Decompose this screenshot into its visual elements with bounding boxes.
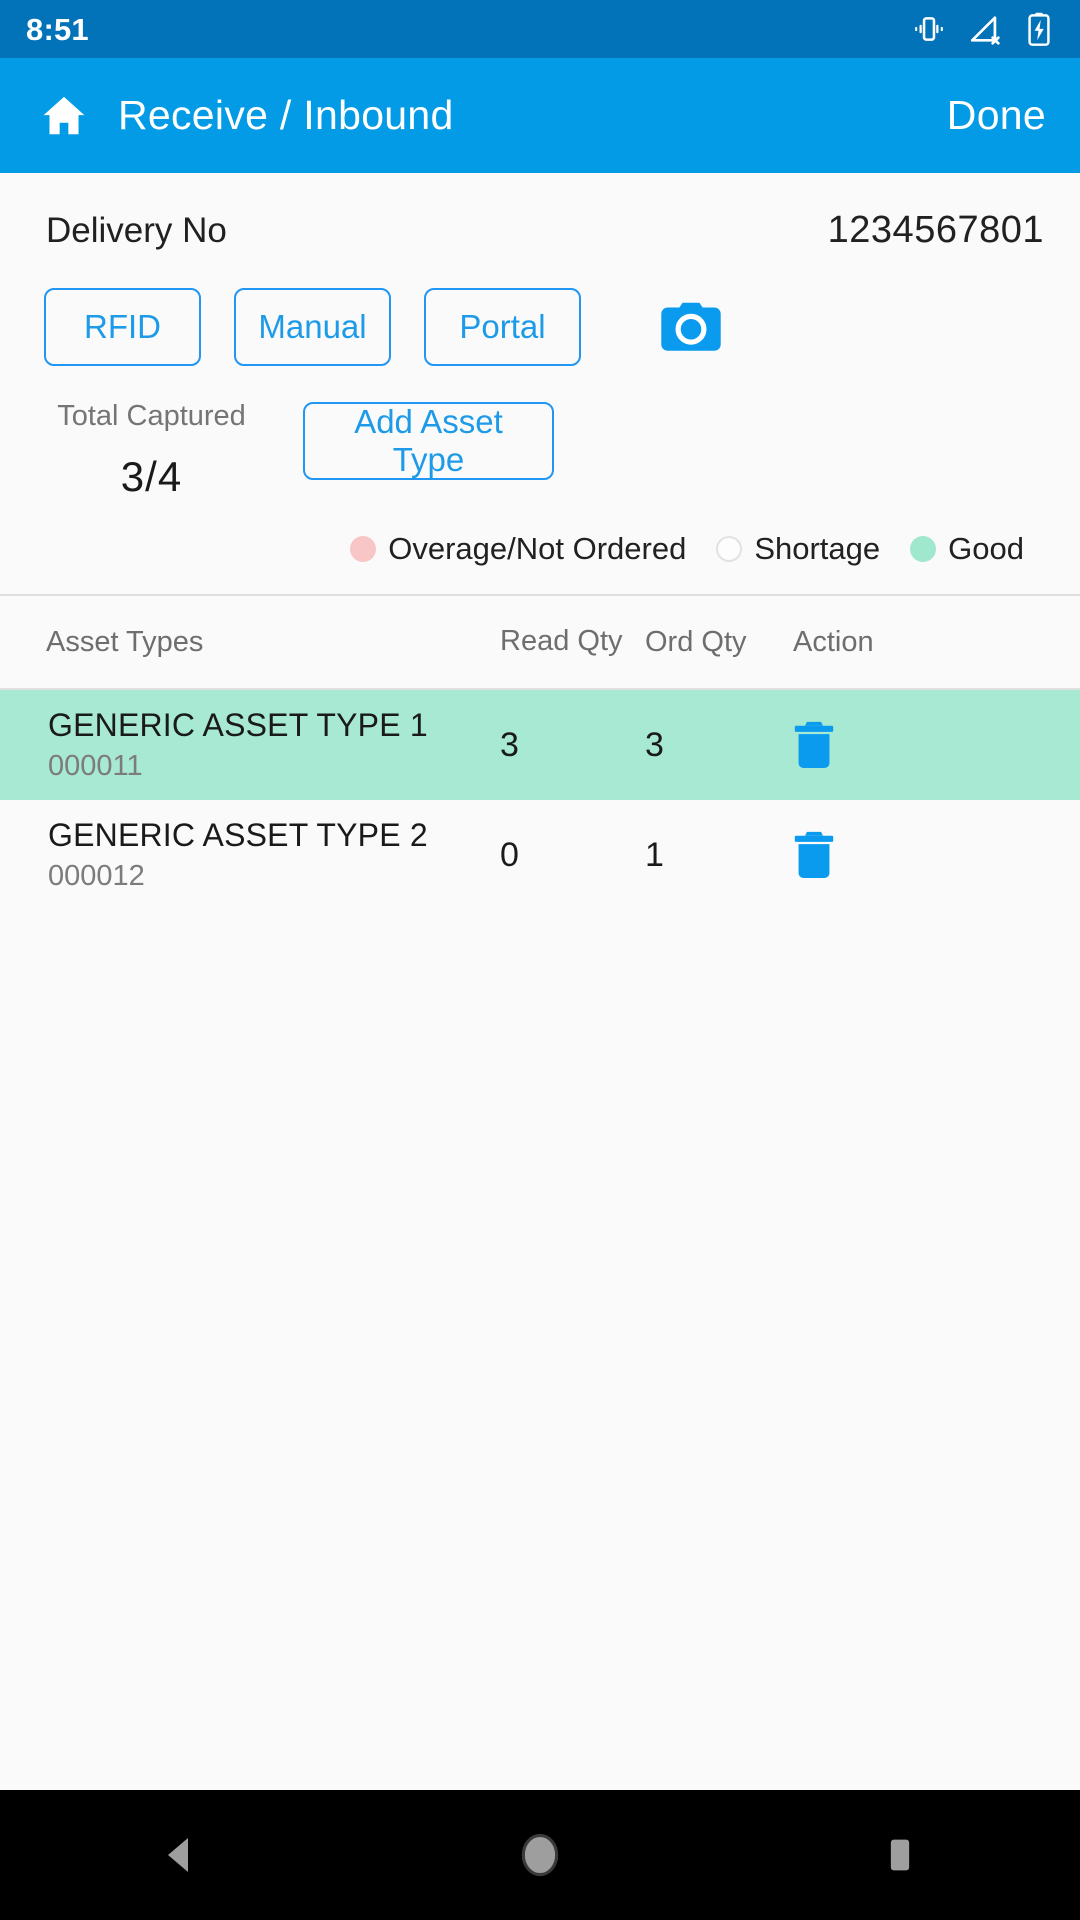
legend-dot-shortage-icon (716, 536, 743, 562)
table-empty-area (0, 910, 1080, 1790)
rfid-button[interactable]: RFID (44, 288, 201, 366)
app-bar: Receive / Inbound Done (0, 58, 1080, 173)
table-row[interactable]: GENERIC ASSET TYPE 1 000011 3 3 (0, 690, 1080, 800)
ord-qty-value: 1 (645, 835, 664, 874)
asset-name: GENERIC ASSET TYPE 1 (48, 707, 428, 743)
legend-item-shortage: Shortage (716, 531, 880, 567)
column-header-action: Action (793, 625, 874, 658)
column-header-asset-types: Asset Types (46, 625, 204, 658)
main-content: Delivery No 1234567801 RFID Manual Porta… (0, 173, 1080, 1790)
action-cell (793, 830, 1080, 880)
android-nav-bar (0, 1790, 1080, 1920)
legend-label-overage: Overage/Not Ordered (388, 531, 687, 566)
asset-cell: GENERIC ASSET TYPE 1 000011 (0, 707, 500, 783)
table-row[interactable]: GENERIC ASSET TYPE 2 000012 0 1 (0, 800, 1080, 910)
asset-types-table: Asset Types Read Qty Ord Qty Action GENE… (0, 594, 1080, 1790)
back-triangle-icon[interactable] (120, 1790, 240, 1920)
home-icon[interactable] (38, 90, 90, 142)
read-qty-value: 0 (500, 835, 519, 874)
delivery-no-value: 1234567801 (827, 209, 1044, 251)
asset-cell: GENERIC ASSET TYPE 2 000012 (0, 817, 500, 893)
camera-icon[interactable] (661, 297, 721, 357)
ord-qty-value: 3 (645, 725, 664, 764)
page-title: Receive / Inbound (118, 92, 454, 138)
home-circle-icon[interactable] (480, 1790, 600, 1920)
legend-dot-overage-icon (350, 536, 377, 562)
trash-icon[interactable] (793, 830, 839, 880)
legend-dot-good-icon (910, 536, 937, 562)
column-header-read-qty: Read Qty (500, 625, 623, 658)
legend-item-good: Good (910, 531, 1024, 567)
total-captured-row: Total Captured 3/4 Add Asset Type (0, 366, 1080, 501)
app-screen: 8:51 Receive / Inbound Done Delivery No … (0, 0, 1080, 1920)
read-qty-value: 3 (500, 725, 519, 764)
total-captured-block: Total Captured 3/4 (44, 396, 259, 501)
add-asset-type-button[interactable]: Add Asset Type (303, 402, 554, 480)
asset-code: 000012 (48, 860, 145, 892)
trash-icon[interactable] (793, 720, 839, 770)
recents-square-icon[interactable] (840, 1790, 960, 1920)
status-bar: 8:51 (0, 0, 1080, 58)
delivery-no-label: Delivery No (46, 210, 227, 250)
status-bar-icons (912, 12, 1054, 46)
no-signal-icon (968, 12, 1002, 46)
column-header-ord-qty: Ord Qty (645, 625, 747, 658)
manual-button[interactable]: Manual (234, 288, 391, 366)
legend-label-shortage: Shortage (754, 531, 881, 566)
portal-button[interactable]: Portal (424, 288, 581, 366)
legend-item-overage: Overage/Not Ordered (350, 531, 686, 567)
asset-name: GENERIC ASSET TYPE 2 (48, 817, 428, 853)
capture-mode-buttons: RFID Manual Portal (0, 252, 1080, 366)
battery-charging-icon (1024, 12, 1054, 46)
action-cell (793, 720, 1080, 770)
delivery-no-row: Delivery No 1234567801 (0, 173, 1080, 252)
total-captured-label: Total Captured (57, 400, 246, 432)
legend-label-good: Good (948, 531, 1024, 566)
asset-code: 000011 (48, 750, 143, 782)
done-button[interactable]: Done (947, 92, 1050, 139)
status-bar-clock: 8:51 (26, 11, 89, 47)
total-captured-value: 3/4 (120, 453, 183, 500)
table-header-row: Asset Types Read Qty Ord Qty Action (0, 596, 1080, 690)
vibrate-icon (912, 12, 946, 46)
status-legend: Overage/Not Ordered Shortage Good (0, 501, 1080, 567)
